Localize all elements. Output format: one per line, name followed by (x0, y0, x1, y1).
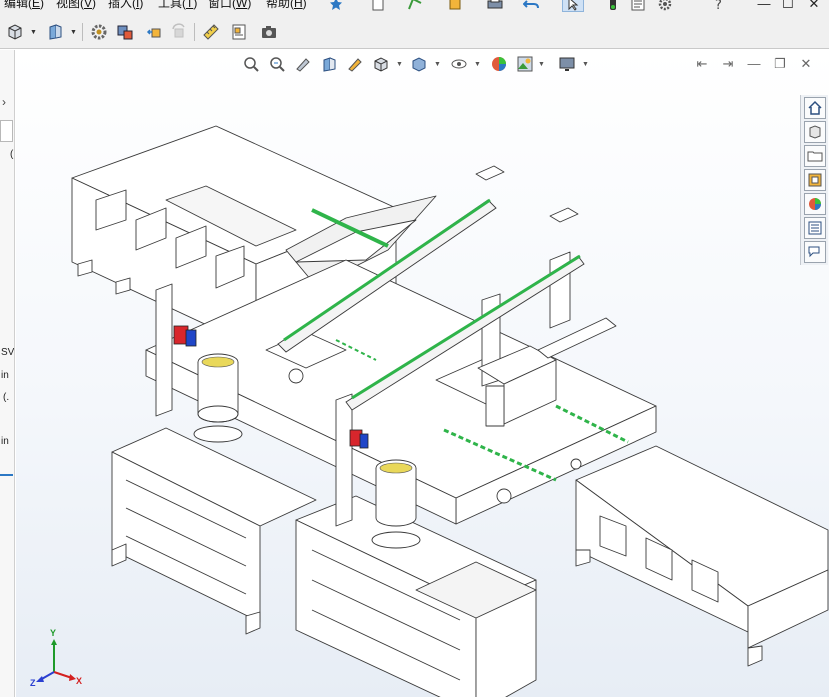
mate-icon[interactable] (114, 21, 136, 43)
menu-window-label: 窗口( (208, 0, 236, 10)
help-icon[interactable]: ? (712, 0, 726, 12)
display-style-dropdown[interactable]: ▼ (434, 61, 441, 68)
menu-help-suffix: ) (302, 0, 307, 10)
menu-help-key: H (294, 0, 303, 10)
appearances-icon[interactable] (804, 193, 826, 215)
menu-window[interactable]: 窗口(W) (208, 0, 251, 11)
menu-edit-suffix: ) (40, 0, 45, 10)
expand-panel-arrow[interactable]: › (2, 96, 6, 108)
menu-window-key: W (236, 0, 248, 10)
window-minimize-button[interactable]: — (752, 0, 776, 12)
menu-window-suffix: ) (247, 0, 252, 10)
panel-text-line: (. (3, 392, 10, 403)
menu-help-label: 帮助( (266, 0, 294, 10)
menu-view-suffix: ) (92, 0, 97, 10)
minimize-icon[interactable]: — (746, 56, 762, 72)
gear-settings-icon[interactable] (88, 21, 110, 43)
hide-show-icon[interactable] (448, 53, 470, 75)
triad-y-label: Y (50, 628, 57, 638)
section-view-dropdown[interactable]: ▼ (70, 29, 77, 36)
panel-text-line: in (1, 436, 9, 447)
menu-edit-key: E (32, 0, 41, 10)
panel-text-line: ( (10, 149, 14, 160)
section-view-icon[interactable] (318, 53, 340, 75)
undo-icon[interactable] (522, 0, 540, 12)
section-view-icon[interactable] (44, 21, 66, 43)
sketch-icon[interactable] (406, 0, 424, 12)
home-icon[interactable] (804, 97, 826, 119)
move-component-icon[interactable] (144, 21, 166, 43)
rotate-component-icon (168, 21, 190, 43)
traffic-light-icon[interactable] (606, 0, 620, 12)
apply-scene-icon[interactable] (514, 53, 536, 75)
zoom-to-area-icon[interactable] (266, 53, 288, 75)
menu-tools[interactable]: 工具(T) (158, 0, 197, 11)
close-icon[interactable]: ✕ (798, 56, 814, 72)
select-pointer-icon[interactable] (562, 0, 584, 12)
toolbar-separator (82, 23, 83, 41)
camera-icon[interactable] (258, 21, 280, 43)
window-restore-button[interactable]: ☐ (776, 0, 800, 12)
menu-help[interactable]: 帮助(H) (266, 0, 307, 11)
menu-tools-label: 工具( (158, 0, 186, 10)
edit-appearance-icon[interactable] (488, 53, 510, 75)
bill-of-materials-icon[interactable] (228, 21, 250, 43)
display-style-icon[interactable] (408, 53, 430, 75)
view-orientation-dropdown[interactable]: ▼ (30, 29, 37, 36)
view-palette-icon[interactable] (804, 169, 826, 191)
panel-accent-line (0, 474, 13, 476)
view-settings-icon[interactable] (556, 53, 578, 75)
menu-bar: 编辑(E) 视图(V) 插入(I) 工具(T) 窗口(W) 帮助(H) ? — … (0, 0, 829, 13)
reference-triad: Y X Z (30, 628, 90, 688)
svg-text:?: ? (715, 0, 722, 11)
file-explorer-icon[interactable] (804, 145, 826, 167)
window-close-button[interactable]: ✕ (802, 0, 826, 12)
menu-view-key: V (84, 0, 93, 10)
pin-icon[interactable] (328, 0, 344, 12)
zoom-to-fit-icon[interactable] (240, 53, 262, 75)
task-pane (800, 95, 828, 265)
tile-left-icon[interactable]: ⇤ (694, 56, 710, 72)
view-orientation-dropdown[interactable]: ▼ (396, 61, 403, 68)
options-gear-icon[interactable] (656, 0, 674, 12)
file-properties-icon[interactable] (630, 0, 646, 12)
panel-text-line: in (1, 370, 9, 381)
menu-view-label: 视图( (56, 0, 84, 10)
print-icon[interactable] (486, 0, 504, 12)
custom-properties-icon[interactable] (804, 217, 826, 239)
new-document-icon[interactable] (370, 0, 386, 12)
forum-icon[interactable] (804, 241, 826, 263)
menu-edit[interactable]: 编辑(E) (4, 0, 44, 11)
menu-insert-suffix: ) (139, 0, 144, 10)
menu-insert-label: 插入( (108, 0, 136, 10)
menu-edit-label: 编辑( (4, 0, 32, 10)
previous-view-icon[interactable] (292, 53, 314, 75)
graphics-area[interactable]: ▼ ▼ ▼ ▼ ▼ ⇤ ⇥ — ❐ ✕ Y X Z (16, 50, 829, 697)
triad-z-label: Z (30, 678, 36, 688)
hide-show-dropdown[interactable]: ▼ (474, 61, 481, 68)
apply-scene-dropdown[interactable]: ▼ (538, 61, 545, 68)
menu-view[interactable]: 视图(V) (56, 0, 96, 11)
command-toolbar: ▼ ▼ (0, 13, 829, 49)
rebuild-icon[interactable] (446, 0, 464, 12)
panel-text-line: SV (1, 347, 15, 358)
design-library-icon[interactable] (804, 121, 826, 143)
menu-insert[interactable]: 插入(I) (108, 0, 143, 11)
view-orientation-icon[interactable] (370, 53, 392, 75)
panel-filter-box[interactable] (0, 120, 13, 142)
assembly-model[interactable] (16, 50, 829, 697)
triad-x-label: X (76, 676, 83, 686)
restore-icon[interactable]: ❐ (772, 56, 788, 72)
tile-right-icon[interactable]: ⇥ (720, 56, 736, 72)
feature-manager-panel[interactable]: › ( SV in (. in (0, 50, 15, 697)
dynamic-annotation-icon[interactable] (344, 53, 366, 75)
view-orientation-icon[interactable] (4, 21, 26, 43)
toolbar-separator (194, 23, 195, 41)
menu-tools-suffix: ) (193, 0, 198, 10)
measure-icon[interactable] (200, 21, 222, 43)
view-settings-dropdown[interactable]: ▼ (582, 61, 589, 68)
